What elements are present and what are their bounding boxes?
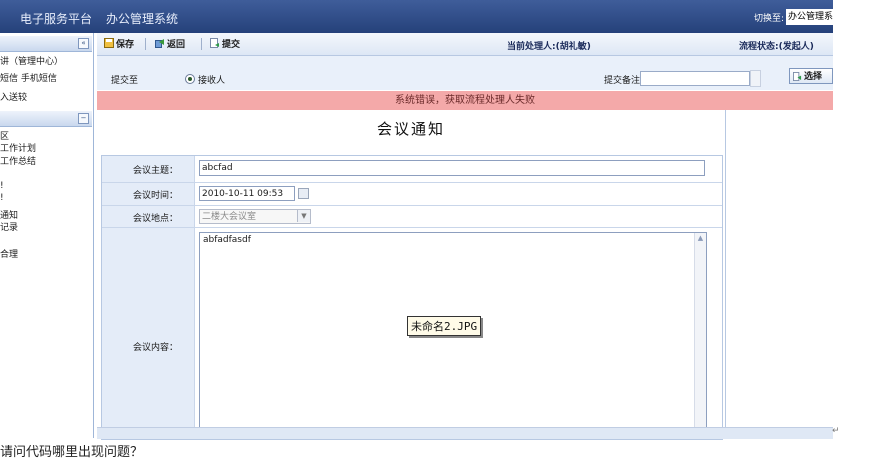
left-panel-header-nav: − xyxy=(0,111,92,127)
time-label: 会议时间： xyxy=(102,183,195,205)
left-panel: « 讲（管理中心） 短信 手机短信 入送较 − 区 工作计划 工作总结 ! ! … xyxy=(0,33,94,438)
collapse-icon[interactable]: « xyxy=(78,38,89,49)
time-input[interactable]: 2010-10-11 09:53 xyxy=(199,186,295,201)
comment-input[interactable] xyxy=(640,71,750,86)
topic-row: 会议主题： abcfad xyxy=(102,156,722,183)
form-title: 会议通知 xyxy=(376,120,445,138)
left-panel-header-top: « xyxy=(0,36,92,52)
receiver-radio-label: 接收人 xyxy=(198,76,226,86)
select-person-button[interactable]: 选择 xyxy=(789,68,833,84)
left-item[interactable]: 短信 手机短信 xyxy=(0,71,57,84)
back-button[interactable]: 返回 xyxy=(155,37,185,50)
flow-status: 流程状态:(发起人) xyxy=(739,42,814,52)
submit-button[interactable]: 提交 xyxy=(210,37,240,50)
system-title: 办公管理系统 xyxy=(106,12,179,26)
topic-input[interactable]: abcfad xyxy=(199,160,705,176)
submit-to-label: 提交至 xyxy=(111,76,139,86)
chevron-down-icon: ▼ xyxy=(297,210,310,222)
time-row: 会议时间： 2010-10-11 09:53 xyxy=(102,183,722,206)
textarea-scrollbar[interactable]: ▲ xyxy=(694,233,706,438)
left-item[interactable]: 讲（管理中心） xyxy=(0,54,63,67)
back-label: 返回 xyxy=(167,40,186,50)
topic-cell: abcfad xyxy=(195,156,722,182)
topic-label: 会议主题： xyxy=(102,156,195,182)
toolbar-divider xyxy=(145,38,146,50)
nav-item[interactable]: 合理 xyxy=(0,247,18,260)
right-column xyxy=(725,110,834,438)
system-switch-select[interactable]: 办公管理系 xyxy=(786,9,833,25)
paragraph-mark-icon: ↵ xyxy=(832,426,840,436)
radio-icon xyxy=(185,74,195,84)
scroll-up-icon[interactable]: ▲ xyxy=(696,234,705,243)
switch-label: 切换至: xyxy=(754,14,785,24)
time-cell: 2010-10-11 09:53 xyxy=(195,183,722,205)
location-value: 二楼大会议室 xyxy=(202,212,257,222)
document-text: 请问代码哪里出现问题？ xyxy=(0,445,144,460)
form-frame: 会议通知 会议主题： abcfad 会议时间： 2010-10-11 09:53… xyxy=(97,110,725,440)
nav-item[interactable]: 记录 xyxy=(0,220,18,233)
submit-label: 提交 xyxy=(222,40,241,50)
top-bar: 电子服务平台 办公管理系统 切换至: 办公管理系 xyxy=(0,0,833,33)
location-row: 会议地点： 二楼大会议室 ▼ xyxy=(102,206,722,228)
toolbar-divider xyxy=(201,38,202,50)
nav-item[interactable]: ! xyxy=(0,193,4,203)
minimize-icon[interactable]: − xyxy=(78,113,89,124)
toolbar: 保存 返回 提交 当前处理人:(胡礼敏) 流程状态:(发起人) xyxy=(97,33,833,56)
current-handler: 当前处理人:(胡礼敏) xyxy=(507,42,591,52)
calendar-icon[interactable] xyxy=(298,188,309,199)
location-cell: 二楼大会议室 ▼ xyxy=(195,206,722,227)
comment-label: 提交备注: xyxy=(604,76,644,86)
location-select[interactable]: 二楼大会议室 ▼ xyxy=(199,209,311,224)
platform-title: 电子服务平台 xyxy=(20,12,93,26)
left-item[interactable]: 入送较 xyxy=(0,90,27,103)
save-icon xyxy=(104,38,114,48)
submit-icon xyxy=(210,38,219,48)
horizontal-scrollbar[interactable] xyxy=(97,427,833,439)
location-label: 会议地点： xyxy=(102,206,195,227)
nav-item[interactable]: 工作总结 xyxy=(0,154,36,167)
content-label: 会议内容： xyxy=(102,228,195,439)
filename-tooltip: 未命名2.JPG xyxy=(407,316,482,336)
select-person-label: 选择 xyxy=(804,72,823,82)
receiver-radio[interactable]: 接收人 xyxy=(185,73,225,86)
comment-resize-icon[interactable] xyxy=(750,70,761,87)
nav-item[interactable]: ! xyxy=(0,181,4,191)
error-message: 系统错误，获取流程处理人失败 xyxy=(97,91,833,110)
select-icon xyxy=(793,72,802,81)
content-text: abfadfasdf xyxy=(203,235,251,245)
save-label: 保存 xyxy=(116,40,135,50)
nav-item[interactable]: 工作计划 xyxy=(0,141,36,154)
submit-row: 提交至 接收人 提交备注: 选择 xyxy=(97,56,833,90)
form-table: 会议主题： abcfad 会议时间： 2010-10-11 09:53 会议地点… xyxy=(101,155,723,440)
back-icon xyxy=(155,39,164,48)
save-button[interactable]: 保存 xyxy=(104,37,134,50)
